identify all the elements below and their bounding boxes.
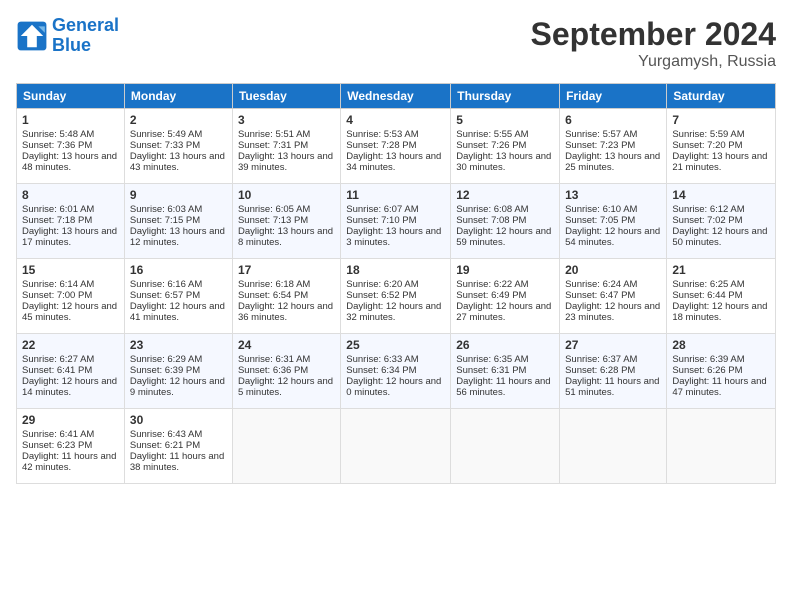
calendar-cell: 30Sunrise: 6:43 AMSunset: 6:21 PMDayligh… (124, 409, 232, 484)
page: General Blue September 2024 Yurgamysh, R… (0, 0, 792, 500)
calendar-cell: 23Sunrise: 6:29 AMSunset: 6:39 PMDayligh… (124, 334, 232, 409)
day-number: 19 (456, 263, 554, 277)
col-wednesday: Wednesday (341, 84, 451, 109)
logo-icon (16, 20, 48, 52)
day-number: 25 (346, 338, 445, 352)
calendar-cell: 9Sunrise: 6:03 AMSunset: 7:15 PMDaylight… (124, 184, 232, 259)
calendar-row: 8Sunrise: 6:01 AMSunset: 7:18 PMDaylight… (17, 184, 776, 259)
calendar-cell (341, 409, 451, 484)
calendar-cell: 27Sunrise: 6:37 AMSunset: 6:28 PMDayligh… (560, 334, 667, 409)
day-number: 10 (238, 188, 335, 202)
day-number: 7 (672, 113, 770, 127)
logo: General Blue (16, 16, 119, 56)
calendar-cell: 16Sunrise: 6:16 AMSunset: 6:57 PMDayligh… (124, 259, 232, 334)
day-number: 6 (565, 113, 661, 127)
calendar-cell: 10Sunrise: 6:05 AMSunset: 7:13 PMDayligh… (232, 184, 340, 259)
day-number: 2 (130, 113, 227, 127)
day-number: 14 (672, 188, 770, 202)
day-number: 24 (238, 338, 335, 352)
col-sunday: Sunday (17, 84, 125, 109)
logo-line1: General (52, 15, 119, 35)
day-number: 27 (565, 338, 661, 352)
calendar-cell: 20Sunrise: 6:24 AMSunset: 6:47 PMDayligh… (560, 259, 667, 334)
col-thursday: Thursday (451, 84, 560, 109)
calendar-row: 15Sunrise: 6:14 AMSunset: 7:00 PMDayligh… (17, 259, 776, 334)
month-title: September 2024 (531, 16, 776, 53)
calendar-row: 22Sunrise: 6:27 AMSunset: 6:41 PMDayligh… (17, 334, 776, 409)
calendar-cell: 4Sunrise: 5:53 AMSunset: 7:28 PMDaylight… (341, 109, 451, 184)
calendar-cell: 21Sunrise: 6:25 AMSunset: 6:44 PMDayligh… (667, 259, 776, 334)
logo-line2: Blue (52, 35, 91, 55)
day-number: 8 (22, 188, 119, 202)
day-number: 9 (130, 188, 227, 202)
calendar-table: Sunday Monday Tuesday Wednesday Thursday… (16, 83, 776, 484)
calendar-cell: 24Sunrise: 6:31 AMSunset: 6:36 PMDayligh… (232, 334, 340, 409)
day-number: 5 (456, 113, 554, 127)
calendar-cell: 2Sunrise: 5:49 AMSunset: 7:33 PMDaylight… (124, 109, 232, 184)
day-number: 3 (238, 113, 335, 127)
day-number: 16 (130, 263, 227, 277)
location: Yurgamysh, Russia (531, 53, 776, 71)
day-number: 26 (456, 338, 554, 352)
calendar-cell: 28Sunrise: 6:39 AMSunset: 6:26 PMDayligh… (667, 334, 776, 409)
calendar-cell (451, 409, 560, 484)
day-number: 18 (346, 263, 445, 277)
calendar-cell: 7Sunrise: 5:59 AMSunset: 7:20 PMDaylight… (667, 109, 776, 184)
day-number: 22 (22, 338, 119, 352)
calendar-cell: 1Sunrise: 5:48 AMSunset: 7:36 PMDaylight… (17, 109, 125, 184)
calendar-cell: 26Sunrise: 6:35 AMSunset: 6:31 PMDayligh… (451, 334, 560, 409)
day-number: 30 (130, 413, 227, 427)
day-number: 23 (130, 338, 227, 352)
calendar-row: 29Sunrise: 6:41 AMSunset: 6:23 PMDayligh… (17, 409, 776, 484)
calendar-cell: 29Sunrise: 6:41 AMSunset: 6:23 PMDayligh… (17, 409, 125, 484)
calendar-cell (560, 409, 667, 484)
calendar-cell: 19Sunrise: 6:22 AMSunset: 6:49 PMDayligh… (451, 259, 560, 334)
calendar-cell: 3Sunrise: 5:51 AMSunset: 7:31 PMDaylight… (232, 109, 340, 184)
col-tuesday: Tuesday (232, 84, 340, 109)
calendar-cell: 14Sunrise: 6:12 AMSunset: 7:02 PMDayligh… (667, 184, 776, 259)
calendar-cell: 13Sunrise: 6:10 AMSunset: 7:05 PMDayligh… (560, 184, 667, 259)
day-number: 17 (238, 263, 335, 277)
calendar-cell: 8Sunrise: 6:01 AMSunset: 7:18 PMDaylight… (17, 184, 125, 259)
day-number: 4 (346, 113, 445, 127)
col-saturday: Saturday (667, 84, 776, 109)
calendar-cell: 18Sunrise: 6:20 AMSunset: 6:52 PMDayligh… (341, 259, 451, 334)
calendar-cell: 11Sunrise: 6:07 AMSunset: 7:10 PMDayligh… (341, 184, 451, 259)
calendar-cell: 17Sunrise: 6:18 AMSunset: 6:54 PMDayligh… (232, 259, 340, 334)
day-number: 12 (456, 188, 554, 202)
day-number: 28 (672, 338, 770, 352)
title-block: September 2024 Yurgamysh, Russia (531, 16, 776, 71)
calendar-cell: 5Sunrise: 5:55 AMSunset: 7:26 PMDaylight… (451, 109, 560, 184)
day-number: 20 (565, 263, 661, 277)
day-number: 21 (672, 263, 770, 277)
calendar-row: 1Sunrise: 5:48 AMSunset: 7:36 PMDaylight… (17, 109, 776, 184)
calendar-cell: 25Sunrise: 6:33 AMSunset: 6:34 PMDayligh… (341, 334, 451, 409)
calendar-cell: 12Sunrise: 6:08 AMSunset: 7:08 PMDayligh… (451, 184, 560, 259)
calendar-cell: 22Sunrise: 6:27 AMSunset: 6:41 PMDayligh… (17, 334, 125, 409)
calendar-cell: 15Sunrise: 6:14 AMSunset: 7:00 PMDayligh… (17, 259, 125, 334)
header-row: Sunday Monday Tuesday Wednesday Thursday… (17, 84, 776, 109)
calendar-cell: 6Sunrise: 5:57 AMSunset: 7:23 PMDaylight… (560, 109, 667, 184)
day-number: 29 (22, 413, 119, 427)
day-number: 11 (346, 188, 445, 202)
header: General Blue September 2024 Yurgamysh, R… (16, 16, 776, 71)
day-number: 1 (22, 113, 119, 127)
col-monday: Monday (124, 84, 232, 109)
calendar-cell (232, 409, 340, 484)
day-number: 13 (565, 188, 661, 202)
day-number: 15 (22, 263, 119, 277)
calendar-body: 1Sunrise: 5:48 AMSunset: 7:36 PMDaylight… (17, 109, 776, 484)
col-friday: Friday (560, 84, 667, 109)
logo-text: General Blue (52, 16, 119, 56)
calendar-cell (667, 409, 776, 484)
